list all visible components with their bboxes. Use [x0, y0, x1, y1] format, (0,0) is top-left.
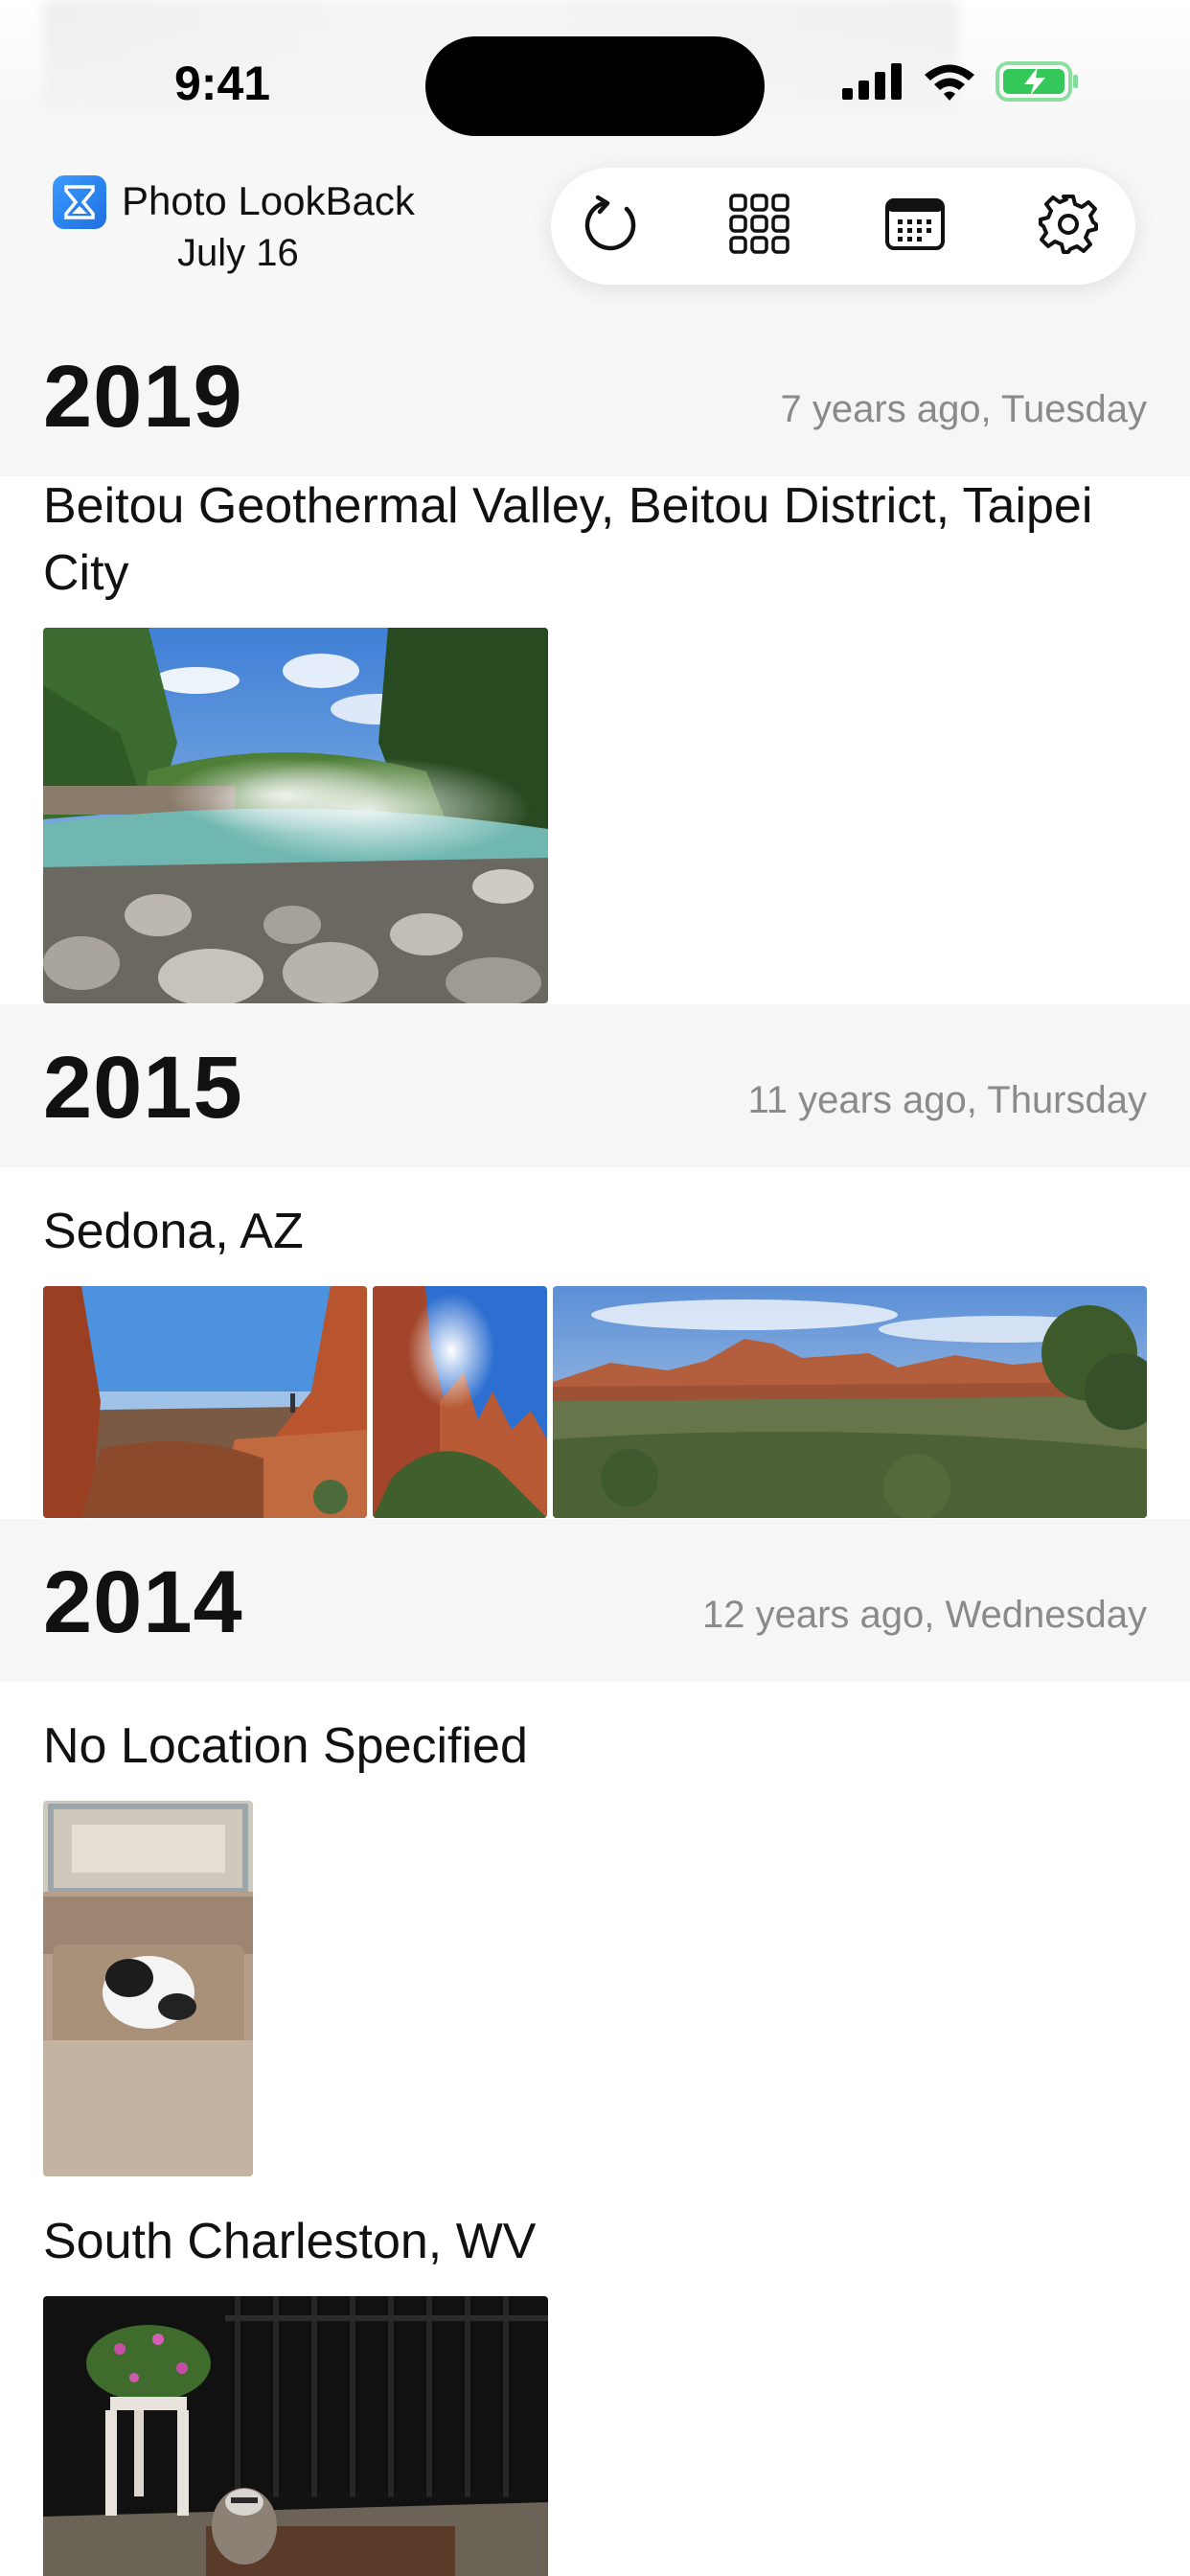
refresh-icon — [581, 194, 642, 260]
app-title: Photo LookBack — [122, 178, 415, 223]
year-header-2014: 2014 12 years ago, Wednesday — [0, 1519, 1190, 1682]
year-label: 2019 — [43, 348, 243, 446]
year-ago-label: 11 years ago, Thursday — [747, 1079, 1147, 1121]
cellular-signal-icon — [842, 63, 904, 104]
app-logo-icon — [53, 175, 106, 229]
gear-icon — [1037, 193, 1100, 261]
current-date: July 16 — [177, 232, 299, 274]
location-title: Sedona, AZ — [43, 1204, 304, 1259]
year-ago-label: 12 years ago, Wednesday — [701, 1594, 1147, 1636]
location-title: South Charleston, WV — [43, 2214, 537, 2269]
grid-icon — [729, 193, 790, 260]
photo-feed[interactable]: 2019 7 years ago, Tuesday Beitou Geother… — [0, 0, 1190, 2576]
refresh-button[interactable] — [573, 188, 650, 264]
photo-sedona-canyon[interactable] — [43, 1286, 367, 1518]
year-label: 2015 — [43, 1039, 243, 1137]
header-toolbar — [551, 168, 1135, 285]
battery-charging-icon — [995, 61, 1080, 106]
photo-sedona-spires[interactable] — [373, 1286, 547, 1518]
settings-button[interactable] — [1030, 188, 1107, 264]
photo-sedona-panorama[interactable] — [553, 1286, 1147, 1518]
year-ago-label: 7 years ago, Tuesday — [780, 388, 1147, 430]
grid-view-button[interactable] — [721, 188, 798, 264]
location-title: No Location Specified — [43, 1718, 528, 1774]
photo-cat-on-chair[interactable] — [43, 1801, 253, 2176]
dynamic-island — [425, 36, 765, 136]
location-title: Beitou Geothermal Valley, Beitou Distric… — [43, 478, 1093, 601]
year-label: 2014 — [43, 1553, 243, 1651]
wifi-icon — [923, 62, 976, 105]
photo-raccoon-porch[interactable] — [43, 2296, 548, 2576]
year-header-2019: 2019 7 years ago, Tuesday — [0, 313, 1190, 476]
status-icons — [842, 61, 1080, 106]
calendar-button[interactable] — [877, 188, 953, 264]
photo-beitou-valley[interactable] — [43, 628, 548, 1003]
year-header-2015: 2015 11 years ago, Thursday — [0, 1004, 1190, 1167]
calendar-icon — [884, 196, 946, 258]
status-time: 9:41 — [174, 57, 271, 110]
